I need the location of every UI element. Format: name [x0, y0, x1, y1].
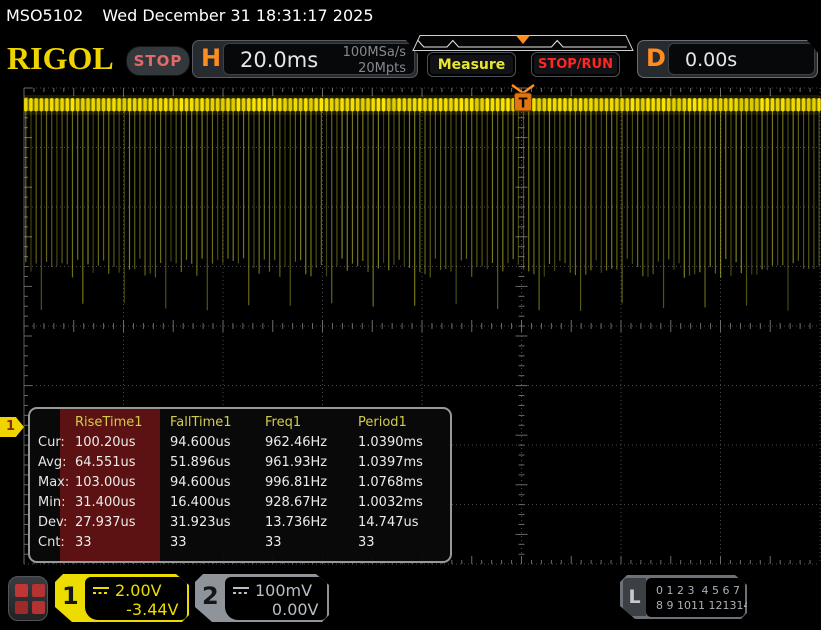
stop-run-button[interactable]: STOP/RUN: [531, 52, 620, 77]
measurement-value: 31.400us: [75, 495, 136, 510]
table-corner: [36, 415, 73, 435]
logic-channels-8-15: 8 9 1011 12131415: [656, 598, 765, 612]
grid-menu-icon[interactable]: [8, 576, 48, 621]
status-bar: MSO5102 Wed December 31 18:31:17 2025: [0, 0, 821, 32]
channel1-status[interactable]: 1 2.00V -3.44V: [55, 574, 189, 622]
measurement-value: 27.937us: [75, 515, 136, 530]
measurement-value: 33: [75, 535, 92, 550]
delay-readout: 0.00s: [668, 43, 815, 75]
row-label: Cnt:: [38, 535, 65, 550]
horizontal-readout: 20.0ms 100MSa/s 20Mpts: [223, 43, 415, 75]
sample-rate: 100MSa/s: [342, 45, 406, 60]
channel1-readout: 2.00V -3.44V: [85, 577, 187, 620]
row-label: Cur:: [38, 435, 65, 450]
channel1-number: 1: [62, 582, 79, 610]
horizontal-panel[interactable]: H 20.0ms 100MSa/s 20Mpts: [192, 40, 418, 78]
logic-analyzer-label: L: [623, 578, 646, 616]
measurement-value: 31.923us: [170, 515, 231, 530]
channel-status-bar: 1 2.00V -3.44V 2 100mV 0.00V L 0 1 2 3 4…: [0, 568, 821, 630]
measurement-value: 51.896us: [170, 455, 231, 470]
delay-label: D: [646, 44, 666, 72]
measurement-value: 33: [265, 535, 282, 550]
logic-channel-list: 0 1 2 3 4 5 6 7 8 9 1011 12131415: [646, 578, 745, 617]
measurement-value: 14.747us: [358, 515, 419, 530]
row-label: Max:: [38, 475, 70, 490]
row-label: Dev:: [38, 515, 68, 530]
measurement-value: 1.0390ms: [358, 435, 423, 450]
svg-text:T: T: [519, 97, 528, 112]
measurement-value: 16.400us: [170, 495, 231, 510]
dc-coupling-icon: [93, 585, 111, 596]
measurement-table: RiseTime1 FallTime1 Freq1 Period1 Cur: 1…: [28, 407, 452, 563]
channel2-status[interactable]: 2 100mV 0.00V: [195, 574, 329, 622]
horizontal-label: H: [201, 44, 222, 72]
row-label: Min:: [38, 495, 66, 510]
datetime: Wed December 31 18:31:17 2025: [102, 6, 374, 25]
memory-depth: 20Mpts: [358, 61, 406, 76]
measurement-value: 103.00us: [75, 475, 136, 490]
channel2-offset: 0.00V: [271, 599, 319, 619]
measurement-value: 962.46Hz: [265, 435, 328, 450]
measurement-column-header[interactable]: Freq1: [263, 415, 356, 435]
run-state-badge: STOP: [126, 46, 190, 76]
measurement-value: 13.736Hz: [265, 515, 328, 530]
measurement-value: 94.600us: [170, 475, 231, 490]
memory-waveform-strip[interactable]: [412, 35, 634, 51]
memory-waveform-icon: [412, 35, 634, 51]
measurement-value: 94.600us: [170, 435, 231, 450]
measurement-value: 1.0768ms: [358, 475, 423, 490]
channel1-offset: -3.44V: [126, 599, 179, 619]
oscilloscope-screen: MSO5102 Wed December 31 18:31:17 2025 RI…: [0, 0, 821, 630]
measurement-value: 33: [358, 535, 375, 550]
measurement-column-header[interactable]: FallTime1: [168, 415, 263, 435]
logic-analyzer-status[interactable]: L 0 1 2 3 4 5 6 7 8 9 1011 12131415: [620, 575, 747, 619]
measurement-column-header[interactable]: RiseTime1: [73, 415, 168, 435]
measure-button[interactable]: Measure: [427, 52, 516, 77]
measurement-value: 961.93Hz: [265, 455, 328, 470]
delay-value: 0.00s: [685, 49, 738, 71]
measurement-grid: RiseTime1 FallTime1 Freq1 Period1 Cur: 1…: [30, 409, 450, 555]
measurement-value: 100.20us: [75, 435, 136, 450]
channel2-number: 2: [202, 582, 219, 610]
delay-panel[interactable]: D 0.00s: [637, 40, 818, 78]
row-label: Avg:: [38, 455, 67, 470]
model-name: MSO5102: [6, 6, 84, 25]
measurement-value: 1.0032ms: [358, 495, 423, 510]
channel2-scale: 100mV: [255, 580, 313, 600]
rigol-logo: RIGOL: [7, 40, 114, 76]
acquisition-info: 100MSa/s 20Mpts: [343, 45, 406, 77]
measurement-value: 33: [170, 535, 187, 550]
logic-channels-0-7: 0 1 2 3 4 5 6 7: [656, 583, 740, 597]
measurement-value: 64.551us: [75, 455, 136, 470]
measurement-value: 928.67Hz: [265, 495, 328, 510]
channel2-readout: 100mV 0.00V: [225, 577, 327, 620]
dc-coupling-icon: [233, 585, 251, 596]
measurement-value: 1.0397ms: [358, 455, 423, 470]
timebase-value: 20.0ms: [240, 48, 319, 72]
measurement-column-header[interactable]: Period1: [356, 415, 450, 435]
channel1-scale: 2.00V: [115, 580, 162, 600]
measurement-value: 996.81Hz: [265, 475, 328, 490]
